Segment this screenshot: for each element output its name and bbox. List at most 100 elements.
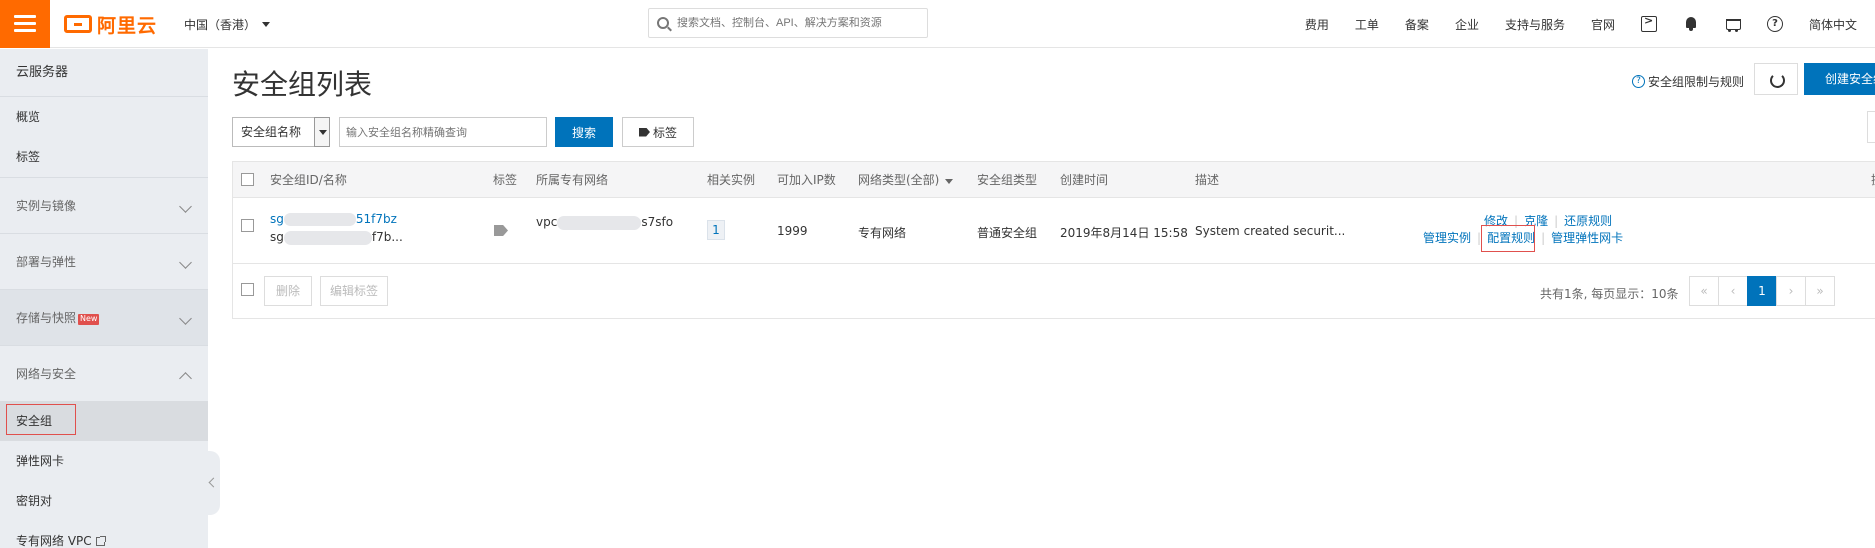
filter-field-value: 安全组名称 xyxy=(241,125,302,139)
sidebar-group-label: 网络与安全 xyxy=(16,367,77,381)
external-link-icon xyxy=(95,536,106,546)
sidebar-group-label: 存储与快照 xyxy=(16,311,77,325)
bell-icon[interactable] xyxy=(1683,16,1699,32)
refresh-button[interactable] xyxy=(1754,63,1798,95)
table-header: 安全组ID/名称 标签 所属专有网络 相关实例 可加入IP数 网络类型(全部) … xyxy=(233,162,1875,198)
table-row: sg 51f7bz sg f7b... vpc s7sfo 1 1999 专有网络 普… xyxy=(233,198,1875,264)
terminal-icon[interactable] xyxy=(1640,14,1657,32)
col-ip-count: 可加入IP数 xyxy=(777,173,836,187)
sidebar-item-keypairs[interactable]: 密钥对 xyxy=(0,481,208,521)
footer-select-all-checkbox[interactable] xyxy=(241,283,254,296)
aliyun-logo[interactable]: 阿里云 xyxy=(64,12,158,37)
nav-tickets[interactable]: 工单 xyxy=(1355,16,1379,33)
select-all-checkbox[interactable] xyxy=(241,173,254,186)
region-selector[interactable]: 中国（香港） xyxy=(184,16,271,33)
create-security-group-button[interactable]: 创建安全组 xyxy=(1804,63,1875,95)
page-title: 安全组列表 xyxy=(232,68,373,101)
security-group-name: sg f7b... xyxy=(270,230,403,245)
cart-icon[interactable] xyxy=(1725,16,1741,32)
caret-down-icon xyxy=(262,22,271,27)
page-1-button[interactable]: 1 xyxy=(1747,276,1777,306)
sidebar-item-label: 专有网络 VPC xyxy=(16,534,92,548)
created-time: 2019年8月14日 15:58 xyxy=(1060,226,1188,240)
pagination: « ‹ 1 › » xyxy=(1689,276,1835,306)
manage-eni-link[interactable]: 管理弹性网卡 xyxy=(1551,231,1623,245)
security-group-id[interactable]: sg 51f7bz xyxy=(270,212,397,226)
new-badge: New xyxy=(78,314,100,325)
highlight-box xyxy=(6,404,76,435)
limits-link[interactable]: ? 安全组限制与规则 xyxy=(1632,73,1744,90)
search-icon xyxy=(657,17,669,29)
col-network-type-label: 网络类型(全部) xyxy=(858,173,940,187)
col-group-type: 安全组类型 xyxy=(977,173,1038,187)
restore-rules-link[interactable]: 还原规则 xyxy=(1564,214,1612,228)
first-page-button[interactable]: « xyxy=(1689,276,1719,306)
language-selector[interactable]: 简体中文 xyxy=(1809,16,1857,33)
description: System created securit... xyxy=(1195,224,1346,238)
sidebar-item-vpc[interactable]: 专有网络 VPC xyxy=(0,521,208,548)
sidebar-item-security-groups[interactable]: 安全组 xyxy=(0,401,208,441)
filter-field-select[interactable]: 安全组名称 xyxy=(232,117,330,147)
vpc-id: vpc s7sfo xyxy=(536,215,674,230)
last-page-button[interactable]: » xyxy=(1805,276,1835,306)
sidebar-title: 云服务器 xyxy=(0,49,208,97)
limits-link-label: 安全组限制与规则 xyxy=(1648,75,1745,89)
col-network-type[interactable]: 网络类型(全部) xyxy=(858,162,954,198)
main-content: 安全组列表 ? 安全组限制与规则 创建安全组 安全组名称 搜索 标签 安全组ID… xyxy=(208,49,1875,548)
sidebar-group-instances[interactable]: 实例与镜像 xyxy=(0,177,208,233)
col-id-name: 安全组ID/名称 xyxy=(270,173,347,187)
chevron-down-icon xyxy=(179,200,192,213)
nav-enterprise[interactable]: 企业 xyxy=(1455,16,1479,33)
sidebar: 云服务器 概览 标签 实例与镜像 部署与弹性 存储与快照 New 网络与安全 安全… xyxy=(0,49,208,548)
pagination-total: 共有1条, 每页显示：10条 xyxy=(1540,287,1679,301)
top-nav: 费用 工单 备案 企业 支持与服务 官网 ? 简体中文 xyxy=(1279,0,1857,48)
prev-page-button[interactable]: ‹ xyxy=(1718,276,1748,306)
top-bar: 阿里云 中国（香港） 费用 工单 备案 企业 支持与服务 官网 ? 简体中文 xyxy=(0,0,1875,48)
col-vpc: 所属专有网络 xyxy=(536,173,609,187)
redacted-blur xyxy=(283,213,356,226)
sidebar-group-label: 实例与镜像 xyxy=(16,199,77,213)
logo-text: 阿里云 xyxy=(97,14,158,37)
table-footer: 删除 编辑标签 共有1条, 每页显示：10条 « ‹ 1 › » xyxy=(233,265,1875,319)
sidebar-group-storage[interactable]: 存储与快照 New xyxy=(0,289,208,345)
col-description: 描述 xyxy=(1195,173,1220,187)
question-icon: ? xyxy=(1632,75,1645,88)
sidebar-group-network[interactable]: 网络与安全 xyxy=(0,345,208,401)
separator: | xyxy=(1541,231,1546,245)
help-icon[interactable]: ? xyxy=(1766,16,1783,32)
caret-down-icon xyxy=(945,179,954,184)
sidebar-group-deployment[interactable]: 部署与弹性 xyxy=(0,233,208,289)
nav-support[interactable]: 支持与服务 xyxy=(1505,16,1565,33)
global-search[interactable] xyxy=(648,8,928,38)
highlight-box xyxy=(1481,225,1535,252)
security-group-name-input[interactable] xyxy=(339,117,547,147)
chevron-down-icon xyxy=(179,312,192,325)
col-actions: 操 xyxy=(1871,162,1875,198)
edit-tags-button[interactable]: 编辑标签 xyxy=(320,276,388,306)
nav-billing[interactable]: 费用 xyxy=(1305,16,1329,33)
next-page-button[interactable]: › xyxy=(1776,276,1806,306)
security-group-table: 安全组ID/名称 标签 所属专有网络 相关实例 可加入IP数 网络类型(全部) … xyxy=(232,161,1875,319)
separator: | xyxy=(1554,214,1559,228)
ip-count: 1999 xyxy=(777,224,808,238)
menu-icon[interactable] xyxy=(0,0,50,48)
manage-instances-link[interactable]: 管理实例 xyxy=(1423,231,1471,245)
tag-icon xyxy=(638,127,650,137)
related-instances-count[interactable]: 1 xyxy=(707,220,725,240)
global-search-input[interactable] xyxy=(677,17,917,29)
region-label: 中国（香港） xyxy=(184,18,257,32)
settings-edge-button[interactable] xyxy=(1867,111,1875,143)
nav-official-site[interactable]: 官网 xyxy=(1591,16,1615,33)
sidebar-item-tags[interactable]: 标签 xyxy=(0,137,208,177)
search-button[interactable]: 搜索 xyxy=(555,117,613,147)
sidebar-item-eni[interactable]: 弹性网卡 xyxy=(0,441,208,481)
tag-filter-button[interactable]: 标签 xyxy=(622,117,694,147)
chevron-down-icon xyxy=(179,256,192,269)
dropdown-arrow-icon[interactable] xyxy=(314,117,330,147)
delete-button[interactable]: 删除 xyxy=(264,276,312,306)
row-checkbox[interactable] xyxy=(241,219,254,232)
col-instances: 相关实例 xyxy=(707,173,756,187)
nav-icp[interactable]: 备案 xyxy=(1405,16,1429,33)
sidebar-item-overview[interactable]: 概览 xyxy=(0,97,208,137)
tag-icon[interactable] xyxy=(494,225,508,236)
